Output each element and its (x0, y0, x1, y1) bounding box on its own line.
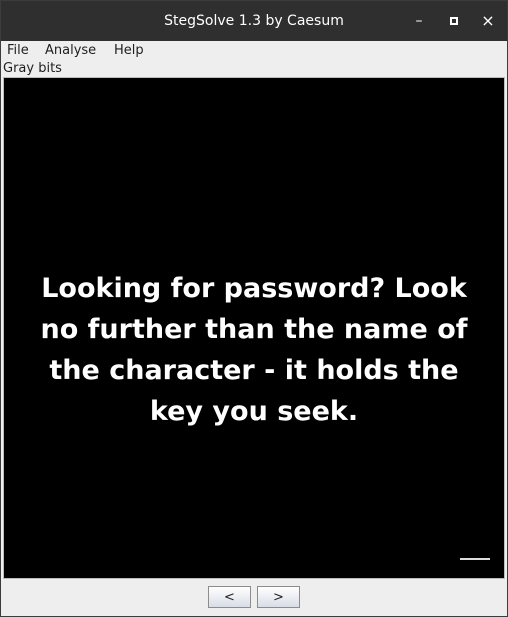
stegsolve-window: StegSolve 1.3 by Caesum – × File Analyse… (0, 0, 508, 617)
maximize-square-icon (450, 17, 458, 25)
close-icon[interactable]: × (476, 9, 500, 33)
bit-plane-label: Gray bits (3, 61, 62, 76)
minimize-icon[interactable]: – (407, 9, 431, 33)
image-corner-mark (460, 558, 490, 560)
title-bar[interactable]: StegSolve 1.3 by Caesum – × (1, 1, 507, 41)
menu-help[interactable]: Help (114, 41, 144, 60)
menu-file[interactable]: File (7, 41, 29, 60)
window-title: StegSolve 1.3 by Caesum (164, 13, 344, 29)
previous-plane-button[interactable]: < (208, 586, 251, 608)
menu-analyse[interactable]: Analyse (45, 41, 96, 60)
image-canvas: Looking for password? Look no further th… (4, 78, 504, 578)
image-caption: Looking for password? Look no further th… (40, 273, 468, 427)
maximize-icon[interactable] (442, 9, 466, 33)
next-plane-button[interactable]: > (257, 586, 300, 608)
image-frame: Looking for password? Look no further th… (3, 77, 505, 579)
menu-bar: File Analyse Help (1, 41, 507, 60)
